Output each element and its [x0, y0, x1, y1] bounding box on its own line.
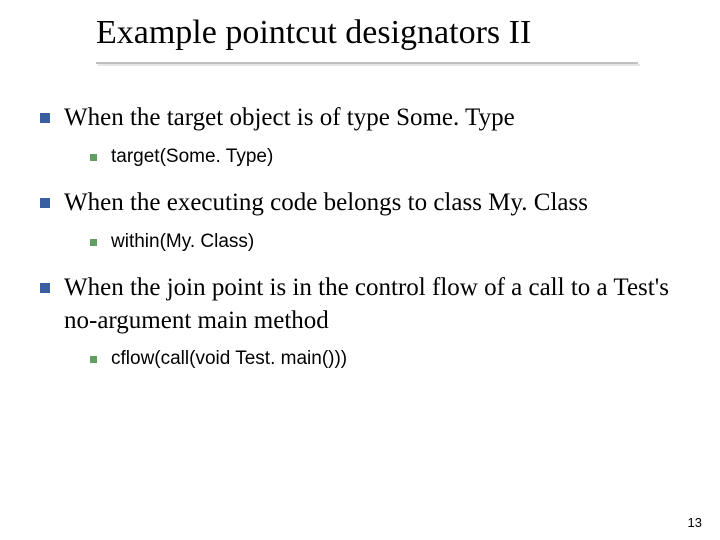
- square-bullet-icon: [90, 356, 97, 363]
- sub-bullet-item: within(My. Class): [90, 230, 680, 255]
- slide-title: Example pointcut designators II: [96, 14, 531, 51]
- bullet-item: When the executing code belongs to class…: [40, 187, 680, 220]
- sub-bullet-item: cflow(call(void Test. main())): [90, 347, 680, 372]
- bullet-text: When the join point is in the control fl…: [64, 272, 680, 337]
- square-bullet-icon: [40, 198, 50, 208]
- bullet-text: When the executing code belongs to class…: [64, 187, 588, 220]
- slide-body: When the target object is of type Some. …: [40, 90, 680, 390]
- page-number: 13: [688, 515, 702, 530]
- bullet-text: When the target object is of type Some. …: [64, 102, 515, 135]
- sub-bullet-text: within(My. Class): [111, 230, 254, 255]
- bullet-item: When the target object is of type Some. …: [40, 102, 680, 135]
- sub-bullet-text: cflow(call(void Test. main())): [111, 347, 347, 372]
- square-bullet-icon: [90, 154, 97, 161]
- square-bullet-icon: [40, 113, 50, 123]
- title-area: Example pointcut designators II: [96, 14, 531, 51]
- sub-bullet-item: target(Some. Type): [90, 145, 680, 170]
- square-bullet-icon: [40, 283, 50, 293]
- sub-bullet-text: target(Some. Type): [111, 145, 273, 170]
- square-bullet-icon: [90, 239, 97, 246]
- title-underline-shadow: [98, 64, 640, 66]
- bullet-item: When the join point is in the control fl…: [40, 272, 680, 337]
- slide: Example pointcut designators II When the…: [0, 0, 720, 540]
